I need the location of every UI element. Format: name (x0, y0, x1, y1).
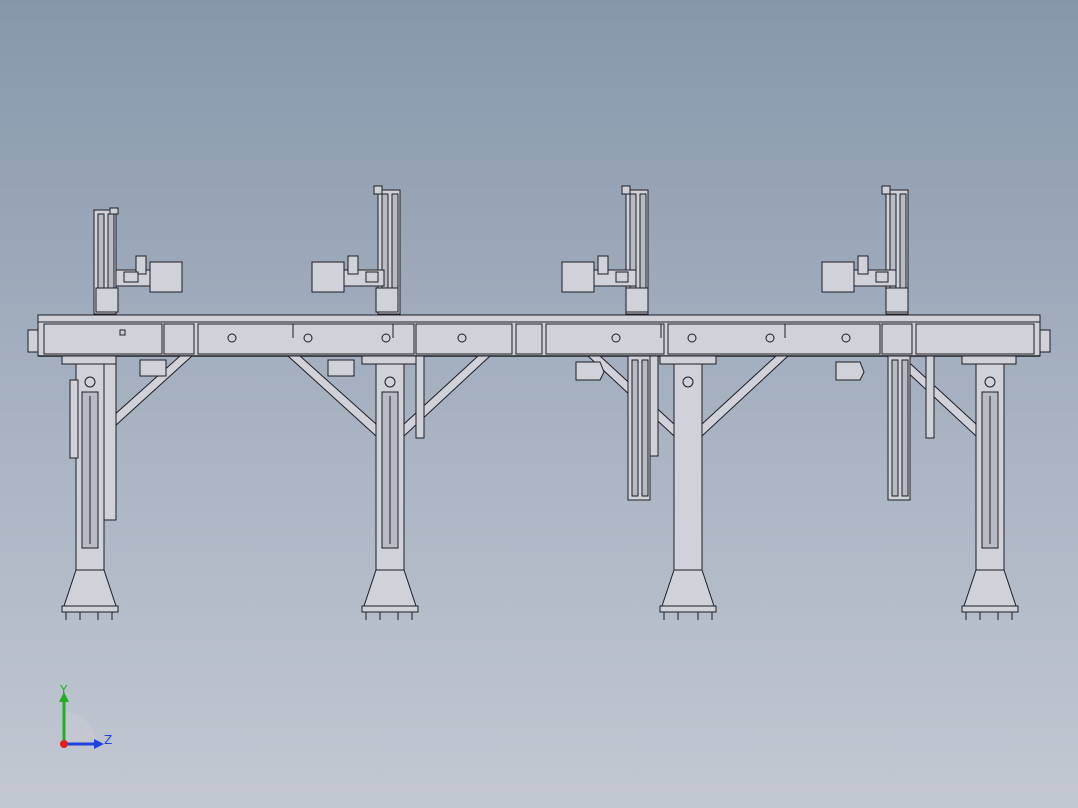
z-axis-label: Z (104, 733, 112, 747)
cad-viewport[interactable]: Y Z (0, 0, 1078, 808)
main-beam (27, 314, 1051, 357)
x-axis-icon (60, 740, 68, 748)
triad-rotation-arc (64, 696, 96, 744)
leg-4 (961, 355, 1019, 620)
y-axis-label: Y (59, 684, 68, 697)
coordinate-triad: Y Z (59, 684, 112, 749)
gantry-unit-2 (311, 185, 425, 439)
gantry-frame-model[interactable] (0, 0, 1078, 808)
leg-3 (659, 355, 717, 620)
leg-2 (361, 355, 419, 620)
